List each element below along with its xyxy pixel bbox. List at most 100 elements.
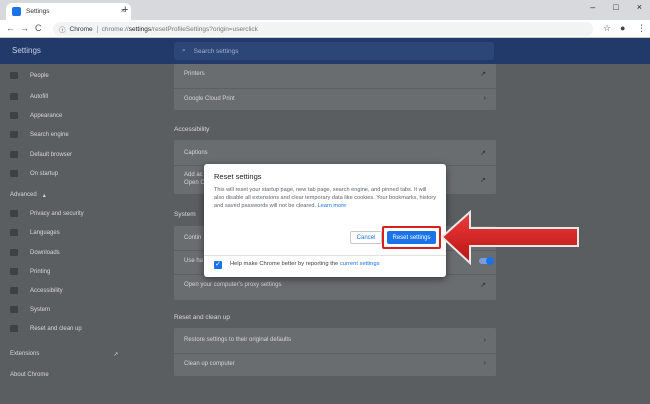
sidebar-item-label: Default browser bbox=[30, 151, 73, 158]
wrench-icon bbox=[10, 306, 18, 313]
sidebar-item-label: Printing bbox=[30, 268, 51, 275]
printing-card: Printers ↗ Google Cloud Print › bbox=[174, 64, 496, 110]
autofill-icon bbox=[10, 93, 18, 100]
close-window-button[interactable]: × bbox=[637, 2, 642, 12]
back-button[interactable]: ← bbox=[6, 23, 15, 33]
sidebar-item-label: Accessibility bbox=[30, 287, 63, 294]
url-host: settings bbox=[128, 25, 152, 33]
omnibox-chrome-label: Chrome bbox=[70, 25, 98, 33]
globe-icon bbox=[10, 229, 18, 236]
sidebar-item-languages[interactable]: Languages bbox=[10, 229, 60, 236]
row-label: Open your computer's proxy settings bbox=[184, 281, 282, 288]
download-icon bbox=[10, 249, 18, 256]
window-controls: – □ × bbox=[590, 2, 642, 12]
sidebar: People Autofill Appearance Search engine… bbox=[0, 64, 160, 404]
power-icon bbox=[10, 170, 18, 177]
tab-settings[interactable]: Settings × bbox=[6, 3, 131, 20]
current-settings-link[interactable]: current settings bbox=[340, 261, 380, 267]
external-link-icon: ↗ bbox=[113, 352, 119, 358]
sidebar-item-autofill[interactable]: Autofill bbox=[10, 93, 48, 100]
tab-title: Settings bbox=[26, 8, 50, 15]
learn-more-link[interactable]: Learn more bbox=[318, 203, 347, 209]
printer-icon bbox=[10, 268, 18, 275]
person-icon bbox=[10, 72, 18, 79]
sidebar-item-default-browser[interactable]: Default browser bbox=[10, 151, 72, 158]
cancel-button[interactable]: Cancel bbox=[350, 231, 382, 244]
external-link-icon: ↗ bbox=[480, 281, 486, 289]
clean-up-row[interactable]: Clean up computer › bbox=[174, 353, 496, 373]
accessibility-heading: Accessibility bbox=[174, 126, 210, 133]
checkbox-label: Help make Chrome better by reporting the… bbox=[230, 261, 380, 267]
maximize-button[interactable]: □ bbox=[613, 2, 618, 12]
extensions-label: Extensions bbox=[10, 351, 40, 357]
report-settings-checkbox[interactable]: ✓ bbox=[214, 261, 222, 269]
reset-settings-button[interactable]: Reset settings bbox=[387, 231, 436, 244]
address-bar[interactable]: ⓘ Chrome chrome://settings/resetProfileS… bbox=[53, 22, 593, 36]
captions-row[interactable]: Captions ↗ bbox=[174, 143, 496, 163]
reload-button[interactable]: C bbox=[35, 23, 42, 33]
new-tab-button[interactable]: + bbox=[122, 4, 128, 16]
sidebar-item-label: System bbox=[30, 306, 51, 313]
sidebar-item-search-engine[interactable]: Search engine bbox=[10, 131, 69, 138]
tab-strip: Settings × + – □ × bbox=[0, 0, 650, 20]
sidebar-item-on-startup[interactable]: On startup bbox=[10, 170, 58, 177]
browser-icon bbox=[10, 151, 18, 158]
sidebar-item-label: Languages bbox=[30, 229, 60, 236]
page-title: Settings bbox=[12, 46, 41, 55]
shield-icon bbox=[10, 210, 18, 217]
menu-icon[interactable]: ⋮ bbox=[637, 23, 646, 34]
sidebar-item-people[interactable]: People bbox=[10, 72, 49, 79]
chevron-right-icon: › bbox=[483, 336, 486, 344]
search-icon bbox=[10, 131, 18, 138]
sidebar-item-label: Appearance bbox=[30, 112, 63, 119]
settings-header: Settings ⌕ Search settings bbox=[0, 38, 650, 64]
bookmark-star-icon[interactable]: ☆ bbox=[603, 23, 611, 34]
reset-settings-dialog: Reset settings This will reset your star… bbox=[204, 164, 446, 277]
chevron-up-icon: ▴ bbox=[42, 193, 46, 199]
search-input[interactable]: ⌕ Search settings bbox=[174, 42, 494, 60]
search-icon: ⌕ bbox=[182, 47, 186, 54]
dialog-title: Reset settings bbox=[214, 172, 262, 181]
about-label: About Chrome bbox=[10, 372, 49, 378]
sidebar-item-label: On startup bbox=[30, 170, 59, 177]
restore-defaults-row[interactable]: Restore settings to their original defau… bbox=[174, 330, 496, 350]
palette-icon bbox=[10, 112, 18, 119]
profile-avatar-icon[interactable]: ● bbox=[620, 23, 625, 33]
cloud-print-row[interactable]: Google Cloud Print › bbox=[174, 88, 496, 108]
forward-button[interactable]: → bbox=[20, 23, 29, 33]
sidebar-item-label: Downloads bbox=[30, 249, 60, 256]
url-text: chrome://settings/resetProfileSettings?o… bbox=[102, 26, 258, 33]
sidebar-item-reset[interactable]: Reset and clean up bbox=[10, 325, 82, 332]
external-link-icon: ↗ bbox=[480, 177, 486, 184]
external-link-icon: ↗ bbox=[480, 150, 486, 157]
sidebar-item-about[interactable]: About Chrome bbox=[10, 372, 49, 378]
sidebar-item-accessibility[interactable]: Accessibility bbox=[10, 287, 63, 294]
chevron-right-icon: › bbox=[483, 95, 486, 102]
info-icon: ⓘ bbox=[59, 27, 66, 34]
row-label: Add ac bbox=[184, 171, 203, 178]
sidebar-advanced-toggle[interactable]: Advanced ▴ bbox=[10, 192, 46, 199]
sidebar-item-downloads[interactable]: Downloads bbox=[10, 249, 60, 256]
sidebar-item-label: People bbox=[30, 72, 49, 79]
url-path: /resetProfileSettings?origin=userclick bbox=[151, 25, 258, 33]
sidebar-item-printing[interactable]: Printing bbox=[10, 268, 50, 275]
sidebar-item-label: Reset and clean up bbox=[30, 325, 82, 332]
sidebar-item-system[interactable]: System bbox=[10, 306, 50, 313]
row-label: Captions bbox=[184, 150, 208, 156]
browser-toolbar: ← → C ⓘ Chrome chrome://settings/resetPr… bbox=[0, 20, 650, 38]
reset-card: Restore settings to their original defau… bbox=[174, 328, 496, 376]
row-label: Google Cloud Print bbox=[184, 95, 235, 102]
dialog-body: This will reset your startup page, new t… bbox=[214, 186, 438, 210]
sidebar-item-extensions[interactable]: Extensions ↗ bbox=[10, 351, 118, 358]
sidebar-item-label: Search engine bbox=[30, 131, 69, 138]
reset-heading: Reset and clean up bbox=[174, 314, 231, 321]
minimize-button[interactable]: – bbox=[590, 2, 595, 12]
settings-favicon-icon bbox=[12, 7, 21, 16]
printers-row[interactable]: Printers ↗ bbox=[174, 64, 496, 84]
search-placeholder: Search settings bbox=[193, 47, 239, 55]
sidebar-item-privacy[interactable]: Privacy and security bbox=[10, 210, 84, 217]
row-label: Restore settings to their original defau… bbox=[184, 337, 292, 343]
sidebar-item-appearance[interactable]: Appearance bbox=[10, 112, 62, 119]
url-scheme: chrome:// bbox=[101, 25, 129, 33]
dialog-divider bbox=[204, 255, 446, 256]
